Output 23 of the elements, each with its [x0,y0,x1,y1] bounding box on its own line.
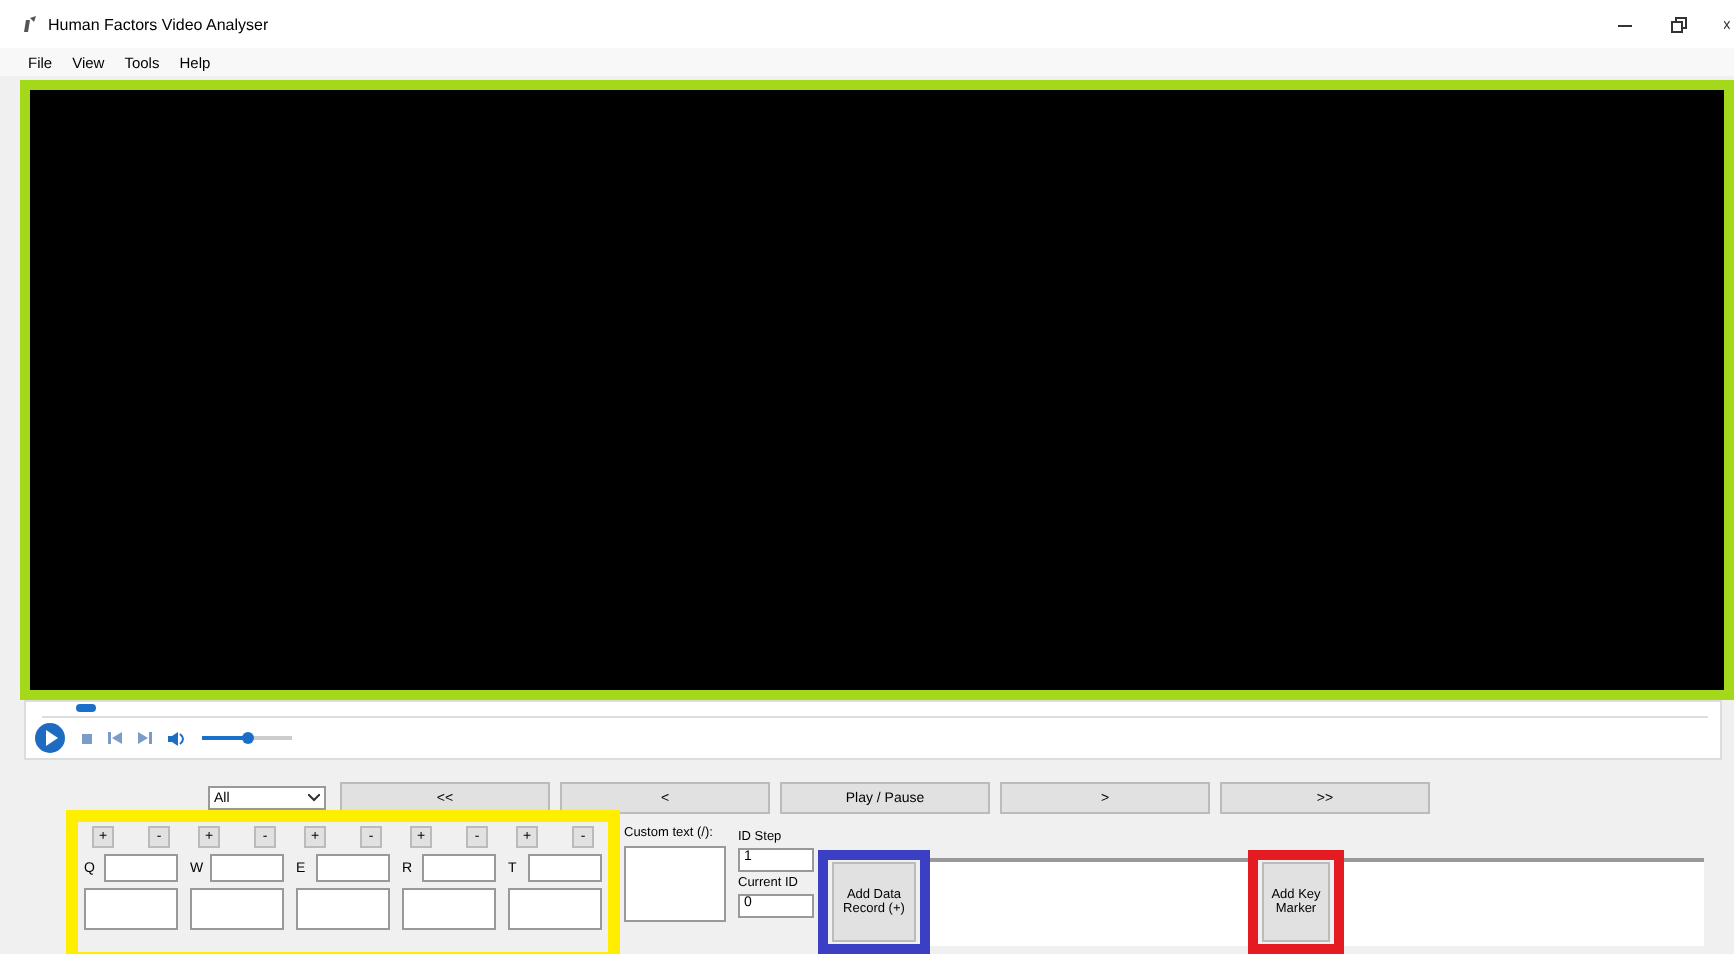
play-icon[interactable] [34,722,66,754]
window-title: Human Factors Video Analyser [48,15,269,33]
key-note-field[interactable] [84,888,178,930]
speaker-icon[interactable] [168,731,186,745]
stop-icon[interactable] [82,733,92,743]
seek-thumb[interactable] [75,704,96,712]
next-icon[interactable] [138,732,152,744]
custom-text-field[interactable] [624,846,726,922]
restore-icon[interactable] [1670,15,1688,33]
key-note-field[interactable] [402,888,496,930]
key-input-field[interactable] [528,854,602,882]
key-note-field[interactable] [296,888,390,930]
key-input-field[interactable] [316,854,390,882]
key-input-field[interactable] [210,854,284,882]
key-input-field[interactable] [422,854,496,882]
key-note-field[interactable] [190,888,284,930]
key-input-field[interactable] [104,854,178,882]
key-note-field[interactable] [508,888,602,930]
caret-icon[interactable] [308,794,320,802]
volume-thumb[interactable] [241,732,253,744]
previous-icon[interactable] [108,732,122,744]
app-icon [20,14,40,34]
close-icon[interactable] [1724,15,1734,33]
